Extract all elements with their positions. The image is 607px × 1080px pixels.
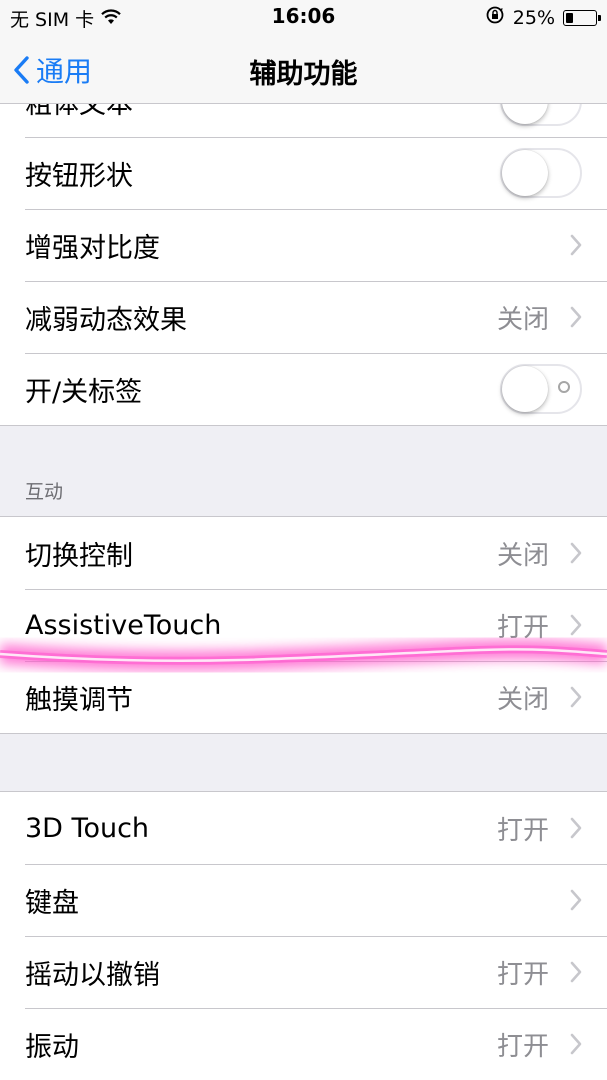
off-indicator-icon xyxy=(558,381,570,393)
row-label: 触摸调节 xyxy=(25,684,133,716)
page-title: 辅助功能 xyxy=(249,59,358,90)
interaction-group: 切换控制 关闭 AssistiveTouch 打开 触摸调节 关闭 xyxy=(0,516,607,734)
battery-icon xyxy=(563,9,601,26)
battery-fill xyxy=(566,12,573,23)
row-label: 增强对比度 xyxy=(25,232,160,264)
chevron-right-icon xyxy=(569,305,583,333)
chevron-right-icon xyxy=(569,888,583,916)
row-value: 关闭 xyxy=(496,540,549,571)
row-label: AssistiveTouch xyxy=(25,609,222,641)
row-value: 关闭 xyxy=(496,684,549,715)
input-group: 3D Touch 打开 键盘 摇动以撤销 打开 振动 打开 xyxy=(0,791,607,1080)
battery-percent: 25% xyxy=(512,6,555,29)
chevron-right-icon xyxy=(569,685,583,713)
row-value: 关闭 xyxy=(496,304,549,335)
chevron-right-icon xyxy=(569,613,583,641)
section-header-interaction: 互动 xyxy=(0,426,607,516)
touch-accommodations-row[interactable]: 触摸调节 关闭 xyxy=(0,661,607,733)
status-right: 25% xyxy=(485,5,601,30)
on-off-labels-toggle[interactable] xyxy=(500,364,582,414)
vibration-row[interactable]: 振动 打开 xyxy=(0,1008,607,1080)
button-shapes-toggle[interactable] xyxy=(500,148,582,198)
keyboard-row[interactable]: 键盘 xyxy=(0,864,607,936)
settings-list[interactable]: 粗体文本 按钮形状 增强对比度 减弱动态效果 关闭 开/关标签 互动 切换控制 … xyxy=(0,64,607,1080)
chevron-right-icon xyxy=(569,233,583,261)
increase-contrast-row[interactable]: 增强对比度 xyxy=(0,209,607,281)
row-value: 打开 xyxy=(496,959,549,990)
row-label: 开/关标签 xyxy=(25,376,143,408)
row-value: 打开 xyxy=(496,815,549,846)
reduce-motion-row[interactable]: 减弱动态效果 关闭 xyxy=(0,281,607,353)
row-label: 减弱动态效果 xyxy=(25,304,187,336)
chevron-right-icon xyxy=(569,816,583,844)
row-value: 打开 xyxy=(496,1031,549,1062)
status-bar: 无 SIM 卡 16:06 25% xyxy=(0,0,607,34)
row-value: 打开 xyxy=(496,612,549,643)
chevron-right-icon xyxy=(569,541,583,569)
row-label: 3D Touch xyxy=(25,812,150,844)
row-label: 切换控制 xyxy=(25,540,133,572)
row-label: 振动 xyxy=(25,1031,79,1063)
row-label: 键盘 xyxy=(25,887,79,919)
row-label: 摇动以撤销 xyxy=(25,959,160,991)
switch-control-row[interactable]: 切换控制 关闭 xyxy=(0,517,607,589)
orientation-lock-icon xyxy=(485,5,505,30)
assistivetouch-row[interactable]: AssistiveTouch 打开 xyxy=(0,589,607,661)
section-title: 互动 xyxy=(25,481,64,503)
button-shapes-row[interactable]: 按钮形状 xyxy=(0,137,607,209)
shake-to-undo-row[interactable]: 摇动以撤销 打开 xyxy=(0,936,607,1008)
display-group: 粗体文本 按钮形状 增强对比度 减弱动态效果 关闭 开/关标签 xyxy=(0,64,607,426)
3d-touch-row[interactable]: 3D Touch 打开 xyxy=(0,792,607,864)
chevron-right-icon xyxy=(569,960,583,988)
navigation-bar: 通用 辅助功能 xyxy=(0,34,607,104)
screen: 无 SIM 卡 16:06 25% 通用 辅助功能 粗体文本 按钮形状 增强对比… xyxy=(0,0,607,1080)
chevron-right-icon xyxy=(569,1032,583,1060)
row-label: 按钮形状 xyxy=(25,160,133,192)
on-off-labels-row[interactable]: 开/关标签 xyxy=(0,353,607,425)
